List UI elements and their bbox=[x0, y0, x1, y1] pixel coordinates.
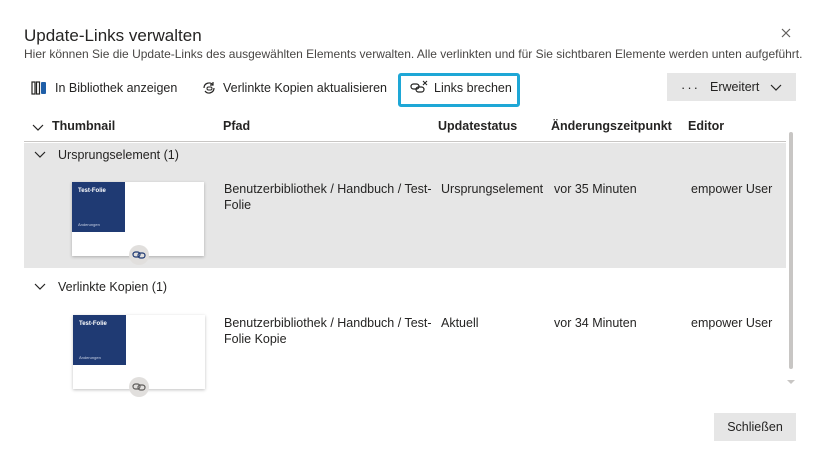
vertical-scrollbar[interactable] bbox=[786, 130, 796, 390]
column-header-status[interactable]: Updatestatus bbox=[438, 119, 517, 133]
table-row[interactable]: Test-Folie Änderungen Benutzerbibliothek… bbox=[24, 301, 786, 397]
path-line-1: Benutzerbibliothek / Handbuch / Test- bbox=[224, 182, 432, 196]
dialog-title: Update-Links verwalten bbox=[24, 26, 202, 45]
chevron-down-icon bbox=[34, 148, 46, 163]
group-header-origin[interactable]: Ursprungselement (1) bbox=[24, 143, 786, 167]
refresh-link-icon bbox=[201, 80, 217, 96]
scrollbar-thumb[interactable] bbox=[789, 132, 793, 369]
column-header-changed[interactable]: Änderungszeitpunkt bbox=[551, 119, 672, 133]
editor-cell: empower User bbox=[691, 182, 773, 196]
group-label: Ursprungselement (1) bbox=[58, 148, 179, 162]
changed-cell: vor 34 Minuten bbox=[554, 316, 637, 330]
close-icon[interactable] bbox=[778, 25, 794, 41]
thumb-subtitle: Änderungen bbox=[78, 222, 100, 227]
dialog-subtitle: Hier können Sie die Update-Links des aus… bbox=[24, 47, 803, 61]
path-cell: Benutzerbibliothek / Handbuch / Test- Fo… bbox=[224, 181, 432, 213]
scroll-down-arrow-icon[interactable] bbox=[787, 380, 795, 384]
thumb-title: Test-Folie bbox=[78, 188, 106, 194]
show-in-library-button[interactable]: In Bibliothek anzeigen bbox=[31, 78, 177, 98]
path-line-1: Benutzerbibliothek / Handbuch / Test- bbox=[224, 316, 432, 330]
thumb-title: Test-Folie bbox=[79, 321, 107, 327]
collapse-all-chevron-icon[interactable] bbox=[32, 120, 44, 138]
slide-title-block: Test-Folie Änderungen bbox=[72, 182, 125, 232]
group-label: Verlinkte Kopien (1) bbox=[58, 280, 168, 294]
column-header-thumbnail[interactable]: Thumbnail bbox=[52, 119, 115, 133]
advanced-dropdown[interactable]: ··· Erweitert bbox=[667, 73, 796, 101]
library-icon bbox=[31, 80, 49, 96]
link-badge-icon bbox=[129, 245, 149, 265]
header-divider bbox=[24, 141, 786, 142]
break-links-label: Links brechen bbox=[434, 81, 512, 95]
update-linked-copies-label: Verlinkte Kopien aktualisieren bbox=[223, 81, 387, 95]
update-links-dialog: Update-Links verwalten Hier können Sie d… bbox=[0, 0, 820, 469]
break-link-icon bbox=[410, 80, 428, 96]
changed-cell: vor 35 Minuten bbox=[554, 182, 637, 196]
close-button[interactable]: Schließen bbox=[714, 413, 796, 441]
status-cell: Aktuell bbox=[441, 316, 479, 330]
thumb-subtitle: Änderungen bbox=[79, 355, 101, 360]
link-badge-icon bbox=[129, 377, 149, 397]
group-header-linked-copies[interactable]: Verlinkte Kopien (1) bbox=[24, 275, 786, 299]
editor-cell: empower User bbox=[691, 316, 773, 330]
more-dots-icon: ··· bbox=[681, 79, 700, 95]
advanced-label: Erweitert bbox=[710, 80, 760, 94]
chevron-down-icon bbox=[34, 280, 46, 295]
chevron-down-icon bbox=[770, 81, 782, 96]
break-links-button[interactable]: Links brechen bbox=[410, 78, 512, 98]
table-row[interactable]: Test-Folie Änderungen Benutzerbibliothek… bbox=[24, 167, 786, 268]
show-in-library-label: In Bibliothek anzeigen bbox=[55, 81, 178, 95]
path-cell: Benutzerbibliothek / Handbuch / Test- Fo… bbox=[224, 315, 432, 347]
path-line-2: Folie Kopie bbox=[224, 332, 287, 346]
column-header-editor[interactable]: Editor bbox=[688, 119, 724, 133]
path-line-2: Folie bbox=[224, 198, 252, 212]
update-linked-copies-button[interactable]: Verlinkte Kopien aktualisieren bbox=[201, 78, 387, 98]
column-header-path[interactable]: Pfad bbox=[223, 119, 250, 133]
status-cell: Ursprungselement bbox=[441, 182, 544, 196]
slide-title-block: Test-Folie Änderungen bbox=[73, 315, 126, 365]
